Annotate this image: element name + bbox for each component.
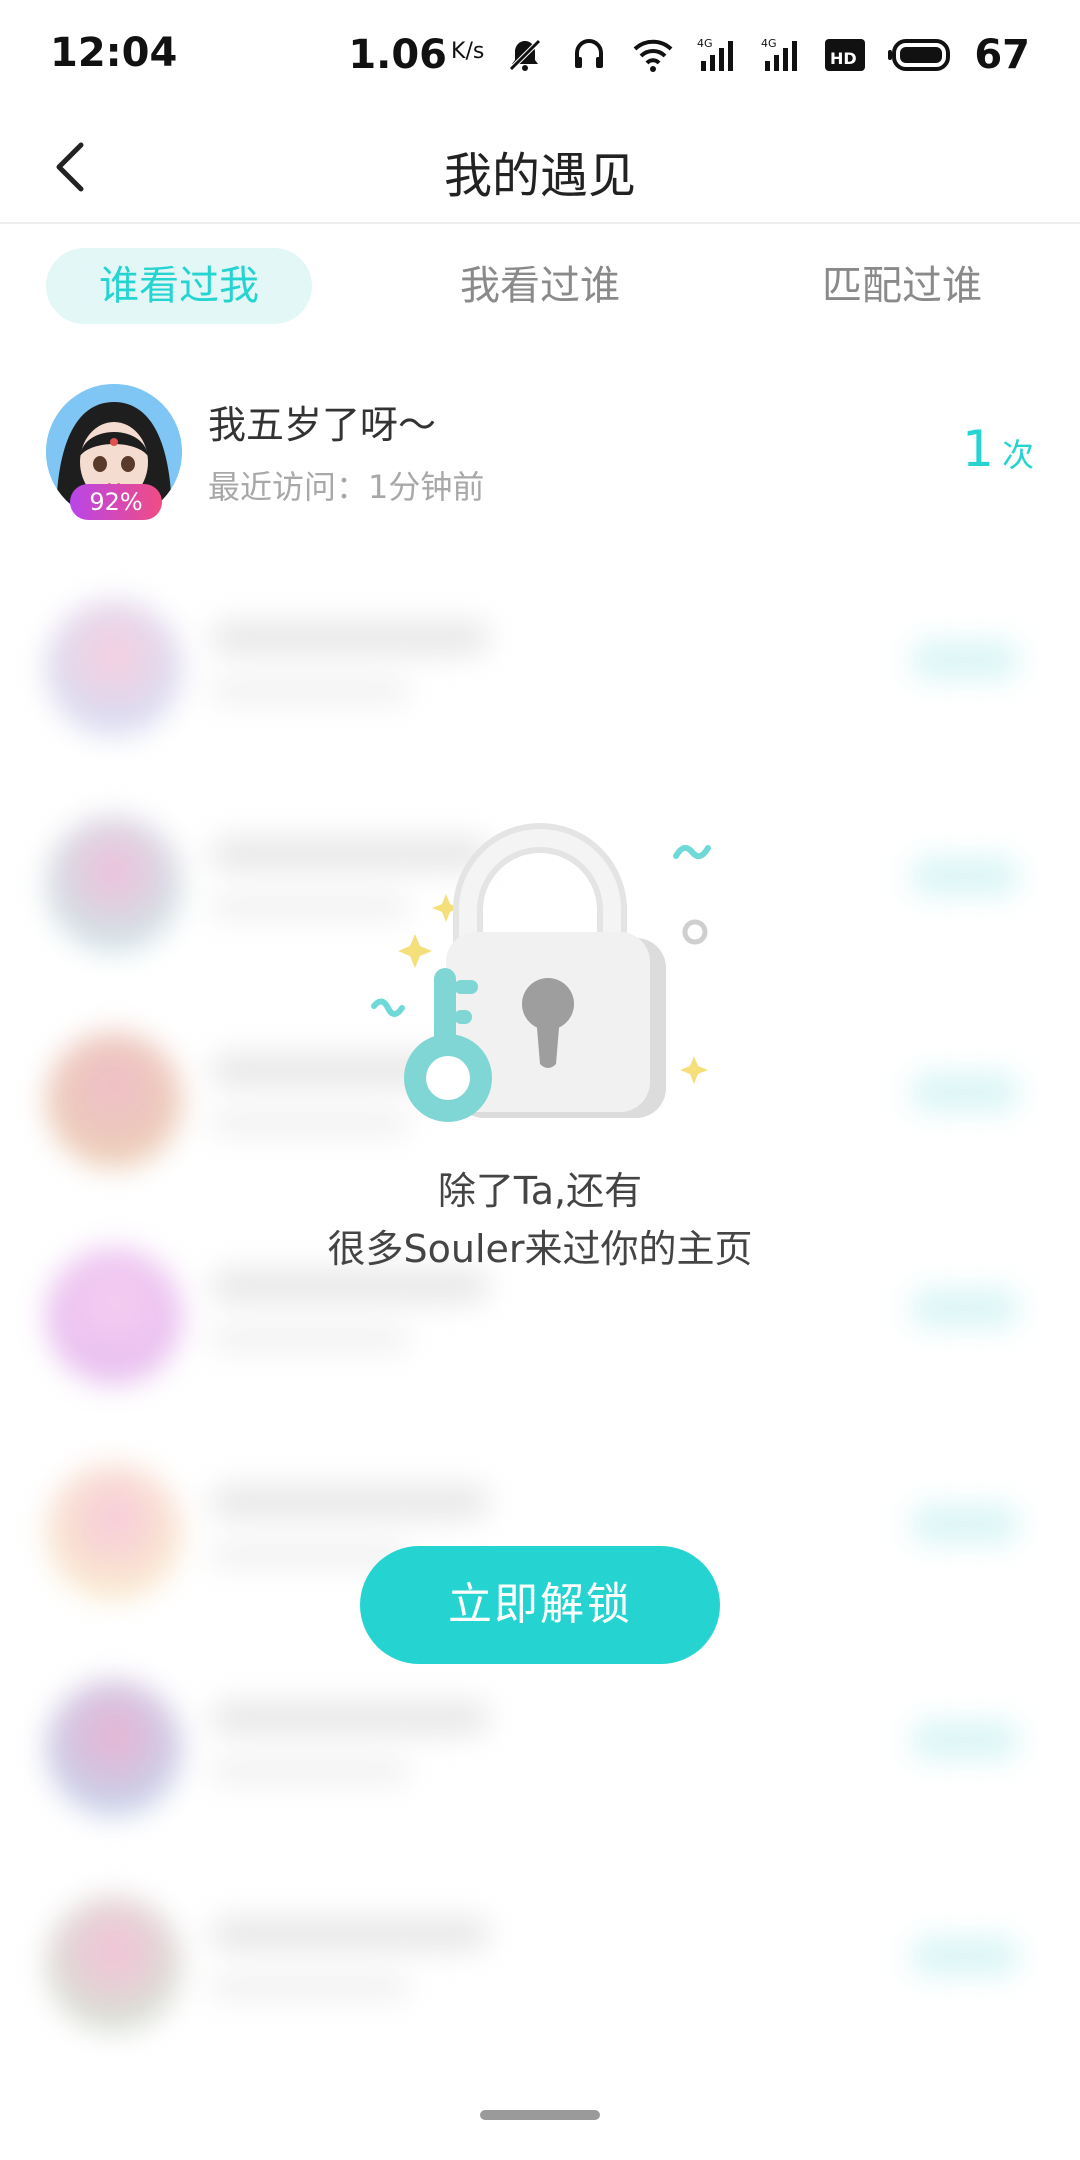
header: 我的遇见 — [0, 110, 1080, 224]
unlock-message-line2: 很多Souler来过你的主页 — [327, 1227, 753, 1271]
visitor-recent-visit: 最近访问：1分钟前 — [208, 468, 485, 506]
sparkle-icon — [680, 1056, 708, 1084]
blurred-count — [910, 1288, 1020, 1328]
list-item — [0, 590, 1080, 750]
unlock-now-button[interactable]: 立即解锁 — [360, 1546, 720, 1664]
visitor-row[interactable]: 92% 我五岁了呀～ 最近访问：1分钟前 1 次 — [0, 380, 1080, 530]
svg-text:HD: HD — [830, 49, 857, 68]
blurred-text — [210, 1326, 410, 1352]
visit-count-number: 1 — [962, 420, 994, 478]
avatar — [46, 600, 182, 736]
signal-4g-icon: 4G — [694, 32, 740, 78]
visit-count: 1 次 — [962, 420, 1034, 478]
blurred-text — [210, 620, 490, 656]
locked-visitor-list — [0, 570, 1080, 2070]
status-icons: 1.06 K/s 4G 4G HD 67 — [348, 28, 1030, 82]
blurred-count — [910, 856, 1020, 896]
wifi-icon — [630, 32, 676, 78]
svg-text:4G: 4G — [761, 37, 777, 50]
sparkle-icon — [398, 934, 432, 968]
hd-icon: HD — [822, 32, 868, 78]
tab-who-matched[interactable]: 匹配过谁 — [782, 248, 1022, 324]
avatar — [46, 816, 182, 952]
blurred-text — [210, 1484, 490, 1520]
signal-4g-icon: 4G — [758, 32, 804, 78]
list-item — [0, 1886, 1080, 2046]
lock-illustration — [360, 820, 740, 1140]
avatar — [46, 1032, 182, 1168]
avatar — [46, 1464, 182, 1600]
headset-icon — [566, 32, 612, 78]
blurred-text — [210, 1916, 490, 1952]
battery-icon — [886, 32, 956, 78]
net-speed-value: 1.06 — [348, 32, 448, 78]
blurred-text — [210, 1758, 410, 1784]
avatar — [46, 1896, 182, 2032]
blurred-count — [910, 1936, 1020, 1976]
visit-count-unit: 次 — [1001, 436, 1034, 474]
blurred-count — [910, 1720, 1020, 1760]
blurred-text — [210, 1700, 490, 1736]
unlock-message-line1: 除了Ta,还有 — [437, 1169, 643, 1213]
blurred-count — [910, 640, 1020, 680]
squiggle-decoration — [371, 998, 405, 1017]
mute-bell-icon — [502, 32, 548, 78]
blurred-count — [910, 1504, 1020, 1544]
home-indicator[interactable] — [480, 2110, 600, 2120]
visitor-name: 我五岁了呀～ — [208, 403, 437, 447]
status-bar: 12:04 1.06 K/s 4G 4G HD 67 — [0, 0, 1080, 110]
avatar — [46, 1680, 182, 1816]
net-speed: 1.06 K/s — [348, 32, 484, 78]
svg-text:4G: 4G — [697, 37, 713, 50]
blurred-count — [910, 1072, 1020, 1112]
ring-decoration — [682, 919, 708, 945]
match-badge: 92% — [70, 484, 162, 520]
battery-level: 67 — [974, 32, 1030, 78]
blurred-text — [210, 678, 410, 704]
blurred-text — [210, 1974, 410, 2000]
tab-who-viewed-me[interactable]: 谁看过我 — [46, 248, 312, 324]
status-time: 12:04 — [50, 30, 178, 76]
tab-who-i-viewed[interactable]: 我看过谁 — [420, 248, 660, 324]
squiggle-decoration — [673, 844, 711, 860]
page-title: 我的遇见 — [443, 148, 636, 204]
blurred-text — [210, 1268, 490, 1304]
net-speed-unit: K/s — [451, 39, 485, 64]
tab-bar: 谁看过我 我看过谁 匹配过谁 — [0, 224, 1080, 344]
list-item — [0, 1670, 1080, 1830]
